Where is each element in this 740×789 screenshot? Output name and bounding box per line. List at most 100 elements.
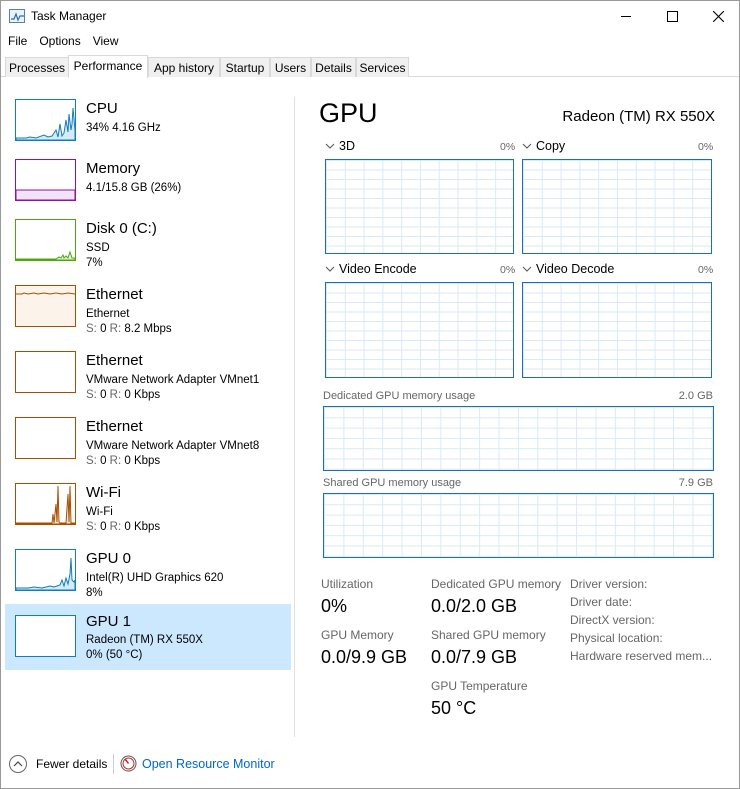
minimize-icon [621, 16, 631, 17]
hardware-reserved-memory-label: Hardware reserved mem... [570, 649, 713, 663]
engine-label: Video Decode [536, 262, 615, 276]
engine-graph-copy [522, 159, 712, 254]
maximize-button[interactable] [649, 1, 695, 31]
window-title: Task Manager [31, 9, 107, 23]
engine-percent: 0% [500, 264, 516, 276]
gpu-memory-value: 0.0/9.9 GB [321, 647, 408, 667]
resource-name: GPU 1 [86, 613, 132, 630]
physical-location-label: Physical location: [570, 631, 663, 645]
gpu0-thumbnail-graph [15, 549, 76, 591]
resource-memory[interactable]: Memory 4.1/15.8 GB (26%) [5, 155, 291, 221]
gpu-temperature-label: GPU Temperature [431, 679, 528, 693]
memory-thumbnail-graph [15, 159, 76, 201]
tab-processes[interactable]: Processes [5, 57, 69, 77]
dedicated-memory-max: 2.0 GB [678, 390, 713, 402]
resource-ethernet-vmnet1[interactable]: Ethernet VMware Network Adapter VMnet1 S… [5, 347, 291, 413]
minimize-button[interactable] [603, 1, 649, 31]
engine-selector-copy[interactable]: Copy [522, 139, 565, 153]
resource-detail: SSD [86, 242, 110, 254]
engine-selector-3d[interactable]: 3D [325, 139, 355, 153]
resource-name: CPU [86, 100, 118, 117]
title-bar: Task Manager [1, 1, 739, 31]
engine-graph-video-encode [325, 282, 514, 378]
shared-memory-graph [323, 493, 714, 558]
resource-name: GPU 0 [86, 550, 132, 567]
open-resource-monitor-label: Open Resource Monitor [142, 756, 275, 771]
resource-detail-2: S: 0 R: 0 Kbps [86, 455, 161, 467]
resource-detail: VMware Network Adapter VMnet8 [86, 440, 260, 452]
chevron-down-icon [522, 266, 532, 272]
task-manager-app-icon [9, 9, 25, 23]
menu-file[interactable]: File [1, 32, 32, 52]
resource-name: Wi-Fi [86, 484, 121, 501]
panel-divider [294, 97, 295, 737]
page-title: GPU [319, 98, 378, 128]
driver-date-label: Driver date: [570, 595, 633, 609]
utilization-label: Utilization [321, 577, 374, 591]
shared-memory-label: Shared GPU memory usage [323, 477, 462, 489]
engine-selector-video-decode[interactable]: Video Decode [522, 262, 614, 276]
disk-thumbnail-graph [15, 219, 76, 261]
resource-name: Disk 0 (C:) [86, 220, 157, 237]
resource-list: CPU 34% 4.16 GHz Memory 4.1/15.8 GB (26%… [5, 91, 292, 723]
chevron-down-icon [325, 143, 335, 149]
menu-view[interactable]: View [86, 32, 124, 52]
resource-detail-2: S: 0 R: 0 Kbps [86, 521, 161, 533]
engine-label: Video Encode [339, 262, 417, 276]
resource-detail-2: 7% [86, 257, 103, 269]
tab-startup[interactable]: Startup [220, 57, 270, 77]
gpu-model-name: Radeon (TM) RX 550X [562, 108, 715, 125]
tab-app-history[interactable]: App history [148, 57, 220, 77]
tab-performance[interactable]: Performance [68, 55, 148, 78]
tab-details[interactable]: Details [311, 57, 356, 77]
engine-graph-3d [325, 159, 514, 254]
ethernet-thumbnail-graph [15, 285, 76, 327]
resource-detail: 34% 4.16 GHz [86, 122, 161, 134]
fewer-details-button[interactable]: Fewer details [9, 755, 107, 773]
resource-detail: Wi-Fi [86, 506, 113, 518]
dedicated-gpu-memory-value: 0.0/2.0 GB [431, 596, 518, 616]
tab-users[interactable]: Users [270, 57, 311, 77]
dedicated-gpu-memory-label: Dedicated GPU memory [431, 577, 562, 591]
close-icon [712, 10, 724, 22]
directx-version-label: DirectX version: [570, 613, 655, 627]
engine-selector-video-encode[interactable]: Video Encode [325, 262, 417, 276]
utilization-value: 0% [321, 596, 348, 616]
resource-wifi[interactable]: Wi-Fi Wi-Fi S: 0 R: 0 Kbps [5, 479, 291, 545]
resource-detail-2: 8% [86, 587, 103, 599]
task-manager-window: Task Manager File Options View Processes… [0, 0, 740, 789]
driver-version-label: Driver version: [570, 577, 648, 591]
maximize-icon [666, 10, 678, 22]
ethernet-thumbnail-graph [15, 417, 76, 459]
chevron-up-icon [9, 755, 27, 773]
engine-percent: 0% [500, 141, 516, 153]
close-button[interactable] [695, 1, 740, 31]
wifi-thumbnail-graph [15, 483, 76, 525]
tab-bar: Processes Performance App history Startu… [1, 55, 739, 78]
dedicated-memory-label: Dedicated GPU memory usage [323, 390, 476, 402]
resource-ethernet-vmnet8[interactable]: Ethernet VMware Network Adapter VMnet8 S… [5, 413, 291, 479]
chevron-down-icon [325, 266, 335, 272]
cpu-thumbnail-graph [15, 99, 76, 141]
gpu1-thumbnail-graph [15, 615, 76, 657]
shared-gpu-memory-label: Shared GPU memory [431, 628, 546, 642]
dedicated-memory-graph [323, 406, 714, 471]
resource-cpu[interactable]: CPU 34% 4.16 GHz [5, 95, 291, 161]
fewer-details-label: Fewer details [36, 757, 108, 771]
resource-name: Ethernet [86, 352, 143, 369]
tab-services[interactable]: Services [356, 57, 409, 77]
resource-detail: Intel(R) UHD Graphics 620 [86, 572, 224, 584]
resource-name: Memory [86, 160, 141, 177]
menu-options[interactable]: Options [32, 32, 85, 52]
engine-graph-video-decode [522, 282, 712, 378]
open-resource-monitor-link[interactable]: Open Resource Monitor [120, 755, 275, 772]
resource-detail: Ethernet [86, 308, 130, 320]
resource-gpu-0[interactable]: GPU 0 Intel(R) UHD Graphics 620 8% [5, 545, 291, 611]
resource-gpu-1[interactable]: GPU 1 Radeon (TM) RX 550X 0% (50 °C) [5, 604, 291, 670]
resource-name: Ethernet [86, 418, 143, 435]
engine-label: Copy [536, 139, 566, 153]
chevron-down-icon [522, 143, 532, 149]
resource-ethernet[interactable]: Ethernet Ethernet S: 0 R: 8.2 Mbps [5, 281, 291, 347]
resource-disk-0[interactable]: Disk 0 (C:) SSD 7% [5, 215, 291, 281]
menu-bar: File Options View [1, 32, 124, 52]
